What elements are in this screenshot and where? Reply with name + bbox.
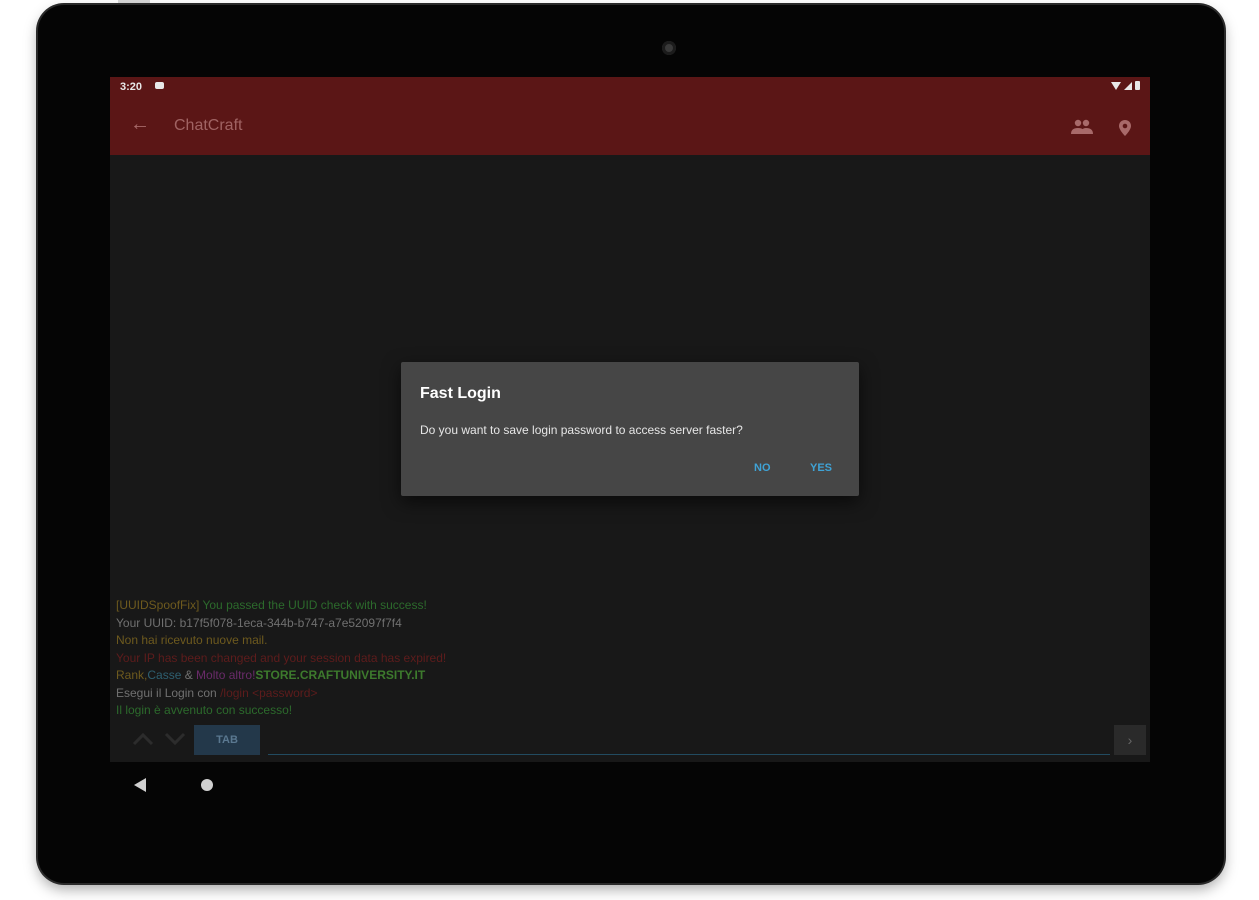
chat-segment: You passed the UUID check with success! [202, 598, 427, 612]
signal-icon [1124, 81, 1132, 90]
chat-input[interactable] [268, 726, 1110, 755]
chat-segment: STORE.CRAFTUNIVERSITY.IT [255, 668, 426, 682]
dialog-message: Do you want to save login password to ac… [420, 423, 743, 437]
chat-line: Il login è avvenuto con successo! [116, 702, 446, 720]
chat-line: Esegui il Login con /login <password> [116, 685, 446, 703]
wifi-icon [1111, 81, 1121, 90]
camera-icon [662, 41, 676, 55]
fast-login-dialog: Fast Login Do you want to save login pas… [401, 362, 859, 496]
dialog-title: Fast Login [420, 385, 501, 402]
yes-button[interactable]: YES [810, 462, 832, 474]
app-bar: ← ChatCraft [110, 97, 1150, 155]
tab-button[interactable]: TAB [194, 725, 260, 755]
chat-segment: Your IP has been changed and your sessio… [116, 650, 447, 665]
chat-segment: /login <password> [220, 685, 318, 700]
message-notification-icon [155, 82, 164, 89]
chat-line: Your UUID: b17f5f078-1eca-344b-b747-a7e5… [116, 615, 446, 633]
app-title: ChatCraft [174, 117, 243, 134]
nav-home-icon[interactable] [201, 779, 213, 791]
app-screen: 3:20 ← ChatCraft [UUIDSpoofFix] You pass… [110, 77, 1150, 762]
chat-segment: [UUIDSpoofFix] [116, 598, 203, 612]
chat-segment: Casse [147, 668, 182, 682]
chat-segment: Your UUID: b17f5f078-1eca-344b-b747-a7e5… [116, 615, 402, 630]
chat-segment: & [181, 668, 197, 682]
status-bar: 3:20 [110, 77, 1150, 97]
chevron-right-icon: › [1127, 732, 1133, 748]
no-button[interactable]: NO [754, 462, 771, 474]
status-time: 3:20 [120, 81, 143, 93]
chat-segment: Molto altro! [196, 668, 256, 682]
chat-line: Non hai ricevuto nuove mail. [116, 632, 446, 650]
history-up-icon[interactable] [132, 732, 154, 750]
chat-line: Your IP has been changed and your sessio… [116, 650, 446, 668]
chat-segment: Esegui il Login con [116, 685, 221, 700]
people-icon[interactable] [1070, 119, 1094, 140]
nav-back-icon[interactable] [134, 778, 146, 792]
history-down-icon[interactable] [164, 732, 186, 750]
chat-line: Rank,Casse & Molto altro!STORE.CRAFTUNIV… [116, 667, 446, 685]
back-arrow-icon[interactable]: ← [130, 113, 150, 136]
chat-segment: Il login è avvenuto con successo! [116, 703, 293, 717]
input-bar: TAB › [110, 724, 1150, 762]
chat-segment: Non hai ricevuto nuove mail. [116, 633, 268, 647]
battery-icon [1135, 81, 1140, 90]
chat-segment: Rank, [116, 668, 148, 682]
chat-log: [UUIDSpoofFix] You passed the UUID check… [116, 597, 446, 720]
device-top-edge [118, 0, 150, 4]
chat-line: [UUIDSpoofFix] You passed the UUID check… [116, 597, 446, 615]
send-button[interactable]: › [1114, 725, 1146, 755]
location-pin-icon[interactable] [1118, 119, 1132, 142]
